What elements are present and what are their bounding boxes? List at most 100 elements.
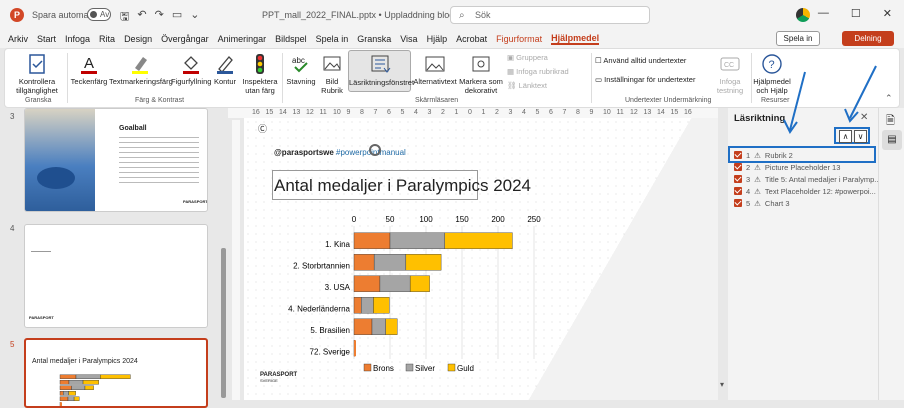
redo-icon[interactable]: ↷ [155,8,164,27]
reading-order-item[interactable]: 3⚠Title 5: Antal medaljer i Paralymp... [734,173,881,185]
ruler-tick: 11 [617,109,624,116]
maximize-icon[interactable]: ☐ [851,7,861,20]
menu-tab-arkiv[interactable]: Arkiv [8,34,28,44]
group-button[interactable]: ▣ Gruppera [507,53,548,62]
checked-checkbox-icon[interactable] [734,199,742,207]
bar-silver [372,319,386,335]
search-input[interactable]: ⌕Sök [450,6,650,24]
slide-thumbnail-3[interactable]: Goalball PARASPORT [24,108,208,212]
medal-chart[interactable]: 0501001502002501. Kina2. Storbrtannien3.… [264,210,564,386]
ruler-tick: 15 [266,109,274,116]
category-label: 4. Nederländerna [288,304,350,313]
separator [67,53,68,103]
spelling-button[interactable]: abc Stavning [284,53,318,86]
decorative-icon [470,53,492,75]
side-toolbar: 🗎 ▤ [878,108,904,400]
autosave-state: Av [100,10,109,19]
reading-order-pane-button[interactable]: Läsriktningsfönstret [348,50,411,92]
image-caption-button[interactable]: Bild Rubrik [318,53,346,95]
category-label: 5. Brasilien [310,326,350,335]
ruler-tick: 12 [630,109,638,116]
checked-checkbox-icon[interactable] [734,187,742,195]
shape-fill-button[interactable]: Figurfyllning [171,53,211,86]
scroll-down-icon[interactable]: ▾ [720,380,724,389]
menu-tab-rita[interactable]: Rita [99,34,115,44]
pane-options-icon[interactable]: ⌄ [846,112,854,123]
reading-order-tab-icon[interactable]: ▤ [882,130,902,150]
avatar[interactable] [796,8,810,22]
bar-guld [100,375,130,379]
slide-5[interactable]: Ⓒ @parasportswe #powerpointmanual Antal … [244,118,718,400]
slide-thumbnail-5[interactable]: Antal medaljer i Paralympics 2024 [24,338,208,408]
item-number: 1 [746,151,750,160]
menu-tab-design[interactable]: Design [124,34,152,44]
move-down-button[interactable]: ∨ [854,130,867,143]
subtitle-settings-button[interactable]: ▭ Inställningar för undertexter [595,75,695,84]
customize-icon[interactable]: ⌄ [190,8,199,27]
svg-text:CC: CC [724,62,734,69]
record-button[interactable]: Spela in [776,31,820,46]
present-icon[interactable]: ▭ [172,8,182,27]
alt-text-button[interactable]: Alternativtext [413,53,457,86]
check-accessibility-button[interactable]: Kontrollera tillgänglighet [11,53,63,95]
bar-silver [390,233,445,249]
link-text-button[interactable]: ⛓ Länktext [507,81,547,90]
slide-comment-icon[interactable]: Ⓒ [258,122,267,135]
athlete-figure [37,167,75,189]
slide-thumbnail-4[interactable]: PARASPORT [24,224,208,328]
ruler-tick: 9 [347,109,351,116]
bar-silver [69,380,83,384]
checked-checkbox-icon[interactable] [734,163,742,171]
share-button[interactable]: Delning [842,31,894,46]
menu-tab-hjälpmedel[interactable]: Hjälpmedel [551,33,599,45]
reading-order-item[interactable]: 2⚠Picture Placeholder 13 [734,161,840,173]
menu-tab-start[interactable]: Start [37,34,56,44]
minimize-icon[interactable]: — [818,7,829,20]
accessibility-help-button[interactable]: ? Hjälpmedel och Hjälp [753,53,791,95]
subtitle-icon: ▭ [595,75,604,84]
pane-title: Läsriktning [734,113,785,124]
mark-decorative-button[interactable]: Markera som dekorativt [457,53,505,95]
arrow-down-icon: ∨ [858,132,864,141]
shape-outline-button[interactable]: Kontur [211,53,239,86]
svg-text:?: ? [769,59,775,71]
collapse-ribbon-icon[interactable]: ⌃ [885,93,893,104]
menu-tab-animeringar[interactable]: Animeringar [218,34,267,44]
rotate-handle-icon[interactable] [369,144,381,156]
highlight-color-button[interactable]: Textmarkeringsfärg [109,53,171,86]
cc-testing-button[interactable]: CC Infoga testning [711,53,749,95]
menu-tab-hjälp[interactable]: Hjälp [427,34,448,44]
menu-tab-acrobat[interactable]: Acrobat [456,34,487,44]
insert-header-row-button[interactable]: ▦ Infoga rubrikrad [507,67,569,76]
menu-tab-spela-in[interactable]: Spela in [316,34,349,44]
menu-tab-övergångar[interactable]: Övergångar [161,34,209,44]
slide-title[interactable]: Antal medaljer i Paralympics 2024 [274,176,531,196]
checked-checkbox-icon[interactable] [734,175,742,183]
bar-guld [373,297,389,313]
save-icon[interactable]: 🖫 [120,8,129,27]
ruler-tick: 1 [455,109,459,116]
move-up-button[interactable]: ∧ [839,130,852,143]
bar-guld [85,386,94,390]
close-pane-icon[interactable]: ✕ [860,112,868,123]
thumbs-scrollbar[interactable] [221,248,226,398]
menu-tab-visa[interactable]: Visa [400,34,417,44]
undo-icon[interactable]: ↶ [137,8,146,27]
document-icon[interactable]: 🗎 [886,112,895,131]
inspect-no-color-button[interactable]: Inspektera utan färg [241,53,279,95]
menu-tab-bildspel[interactable]: Bildspel [275,34,307,44]
menu-tab-infoga[interactable]: Infoga [65,34,90,44]
close-icon[interactable]: ✕ [883,7,892,20]
ruler-tick: 6 [549,109,553,116]
menu-tab-granska[interactable]: Granska [357,34,391,44]
traffic-light-icon [249,53,271,75]
always-use-subtitles-checkbox[interactable]: ☐ Använd alltid undertexter [595,56,686,65]
reading-order-item[interactable]: 5⚠Chart 3 [734,197,790,209]
reading-order-item[interactable]: 4⚠Text Placeholder 12: #powerpoi... [734,185,876,197]
reading-order-item[interactable]: 1⚠Rubrik 2 [734,149,793,161]
menu-tab-figurformat[interactable]: Figurformat [496,34,542,44]
bar-silver [68,397,74,401]
table-icon: ▦ [507,67,516,76]
checked-checkbox-icon[interactable] [734,151,742,159]
font-color-button[interactable]: A Teckenfärg [69,53,109,86]
